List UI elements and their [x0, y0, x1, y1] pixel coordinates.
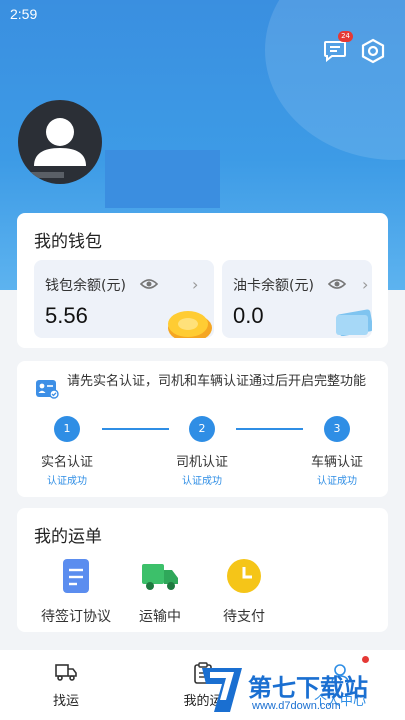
- wallet-balance-value: 5.56: [45, 303, 88, 328]
- settings-button[interactable]: [360, 38, 386, 64]
- fuel-balance-label: 油卡余额(元): [233, 278, 314, 294]
- order-pending-payment-label: 待支付: [223, 609, 265, 625]
- step-2-status: 认证成功: [182, 476, 222, 487]
- eye-icon[interactable]: [140, 278, 158, 290]
- tab-find-transport[interactable]: 找运: [26, 662, 106, 709]
- fuel-card-balance[interactable]: 油卡余额(元) › 0.0: [222, 260, 372, 338]
- wallet-title: 我的钱包: [34, 232, 102, 252]
- order-pending-agreement-label: 待签订协议: [41, 609, 111, 625]
- step-connector: [102, 428, 169, 430]
- watermark-brand: 第七下载站: [248, 674, 368, 702]
- id-card-icon: [36, 380, 59, 399]
- verification-card: 请先实名认证，司机和车辆认证通过后开启完整功能 1 2 3 实名认证 司机认证 …: [17, 361, 388, 497]
- chevron-right-icon[interactable]: ›: [192, 275, 198, 294]
- tab-find-transport-label: 找运: [52, 694, 79, 709]
- step-1-label[interactable]: 实名认证: [27, 451, 107, 470]
- step-1-indicator: 1: [54, 416, 80, 442]
- watermark: 第七下载站 www.d7down.com: [200, 664, 405, 720]
- avatar[interactable]: [18, 100, 102, 184]
- document-icon: [63, 559, 89, 593]
- wallet-card: 我的钱包 钱包余额(元) › 5.56 油卡余额(元) › 0.0: [17, 213, 388, 348]
- order-in-transit-label: 运输中: [139, 609, 181, 625]
- clock-icon: [227, 559, 261, 593]
- order-pending-agreement[interactable]: 待签订协议: [36, 558, 116, 626]
- user-silhouette-icon: [30, 118, 86, 178]
- eye-icon[interactable]: [328, 278, 346, 290]
- message-badge: 24: [338, 31, 353, 42]
- step-3-label[interactable]: 车辆认证: [297, 451, 377, 470]
- wallet-balance-card[interactable]: 钱包余额(元) › 5.56: [34, 260, 214, 338]
- step-3-status: 认证成功: [317, 476, 357, 487]
- step-2-label[interactable]: 司机认证: [162, 451, 242, 470]
- fuel-card-icon: [336, 309, 372, 336]
- chevron-right-icon[interactable]: ›: [362, 275, 368, 294]
- message-icon: [324, 41, 346, 62]
- settings-icon: [361, 38, 385, 64]
- orders-card: 我的运单 待签订协议 运输中 待支付: [17, 508, 388, 632]
- order-pending-payment[interactable]: 待支付: [204, 558, 284, 626]
- order-in-transit[interactable]: 运输中: [120, 558, 200, 626]
- header-decoration: [265, 0, 405, 160]
- step-3-indicator: 3: [324, 416, 350, 442]
- step-1-status: 认证成功: [47, 476, 87, 487]
- fuel-balance-value: 0.0: [233, 303, 264, 328]
- status-time: 2:59: [10, 6, 38, 22]
- truck-outline-icon: [55, 664, 77, 681]
- verification-notice: 请先实名认证，司机和车辆认证通过后开启完整功能: [67, 374, 367, 389]
- header-block: [105, 150, 220, 208]
- wallet-balance-label: 钱包余额(元): [45, 278, 126, 294]
- orders-title: 我的运单: [34, 527, 102, 547]
- coin-icon: [168, 311, 212, 338]
- truck-icon: [142, 564, 178, 590]
- watermark-logo: [202, 668, 242, 712]
- message-button[interactable]: 24: [322, 31, 353, 64]
- notification-dot: [362, 656, 369, 663]
- step-2-indicator: 2: [189, 416, 215, 442]
- watermark-url: www.d7down.com: [252, 700, 341, 712]
- step-connector: [236, 428, 303, 430]
